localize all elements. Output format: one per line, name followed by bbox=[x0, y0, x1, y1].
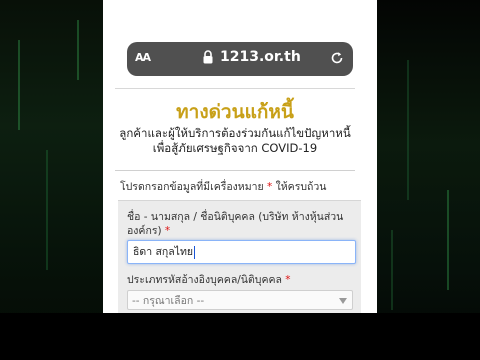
chevron-down-icon bbox=[339, 298, 347, 304]
select-value: -- กรุณาเลือก -- bbox=[132, 295, 205, 307]
name-field-label: ชื่อ - นามสกุล / ชื่อนิติบุคคล (บริษัท ห… bbox=[127, 210, 359, 238]
page-subtitle: ลูกค้าและผู้ให้บริการต้องร่วมกันแก้ไขปัญ… bbox=[115, 126, 355, 156]
text-size-button[interactable]: AA bbox=[135, 51, 151, 64]
background-streak bbox=[77, 20, 79, 80]
name-input[interactable]: ธิดา สกุลไทย bbox=[127, 240, 356, 264]
background-streak bbox=[46, 150, 48, 270]
text-caret bbox=[194, 245, 196, 259]
browser-toolbar: AA 1213.or.th bbox=[103, 0, 377, 87]
form-panel: ชื่อ - นามสกุล / ชื่อนิติบุคคล (บริษัท ห… bbox=[118, 200, 361, 313]
background-streak bbox=[447, 190, 449, 290]
url-text: 1213.or.th bbox=[220, 49, 301, 65]
background-right bbox=[377, 0, 480, 360]
bottom-bar bbox=[0, 313, 480, 360]
reload-icon[interactable] bbox=[330, 51, 344, 65]
page-header: ทางด่วนแก้หนี้ ลูกค้าและผู้ให้บริการต้อง… bbox=[115, 88, 355, 169]
instruction-text: โปรดกรอกข้อมูลที่มีเครื่องหมาย bbox=[120, 181, 264, 193]
lock-icon bbox=[203, 50, 213, 64]
subtitle-line: ลูกค้าและผู้ให้บริการต้องร่วมกันแก้ไขปัญ… bbox=[119, 126, 351, 140]
required-mark: * bbox=[267, 181, 273, 193]
background-streak bbox=[18, 40, 20, 130]
id-type-select[interactable]: -- กรุณาเลือก -- bbox=[127, 290, 353, 310]
address-bar[interactable]: AA 1213.or.th bbox=[127, 42, 353, 76]
id-type-field-label: ประเภทรหัสอ้างอิงบุคคล/นิติบุคคล * bbox=[127, 273, 359, 287]
form-instruction: โปรดกรอกข้อมูลที่มีเครื่องหมาย * ให้ครบถ… bbox=[120, 178, 326, 195]
page-title: ทางด่วนแก้หนี้ bbox=[176, 101, 294, 123]
required-mark: * bbox=[285, 274, 291, 286]
id-type-label-text: ประเภทรหัสอ้างอิงบุคคล/นิติบุคคล bbox=[127, 274, 282, 286]
instruction-text: ให้ครบถ้วน bbox=[275, 181, 327, 193]
background-left bbox=[0, 0, 103, 360]
background-streak bbox=[407, 60, 409, 200]
divider bbox=[115, 170, 355, 171]
background-streak bbox=[391, 230, 393, 310]
phone-screen: AA 1213.or.th ทางด่วนแก้หนี้ ลูกค้าและผู… bbox=[103, 0, 377, 313]
subtitle-line: เพื่อสู้ภัยเศรษฐกิจจาก COVID-19 bbox=[152, 141, 318, 155]
name-input-value: ธิดา สกุลไทย bbox=[133, 246, 194, 258]
required-mark: * bbox=[164, 225, 171, 237]
name-label-text: ชื่อ - นามสกุล / ชื่อนิติบุคคล (บริษัท ห… bbox=[127, 211, 344, 237]
